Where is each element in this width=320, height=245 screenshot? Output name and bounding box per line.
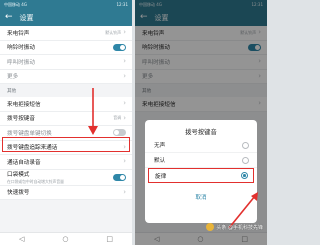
setting-ringtone[interactable]: 来电铃声 默认铃声 › [0,26,132,41]
status-bar: 中国移动 4G 12:31 [0,0,132,9]
back-arrow-icon[interactable]: ← [5,13,13,22]
chevron-right-icon: › [123,187,126,196]
setting-label: 呼叫时振动 [7,59,35,66]
radio-button[interactable] [242,156,249,164]
setting-dial-tone[interactable]: 拨号按键音 音调 › [0,112,132,126]
right-phone-screen: 中国移动 4G 12:31 ← 设置 来电铃声 默认铃声 › 响铃时振动 呼叫时振… [135,0,267,245]
chevron-right-icon: › [123,99,126,108]
home-nav-icon[interactable]: ○ [62,235,68,243]
option-label: 无声 [154,143,166,149]
recents-nav-icon[interactable]: □ [106,235,113,243]
setting-vibrate-on-call[interactable]: 呼叫时振动 › [0,55,132,70]
chevron-right-icon: › [123,113,126,122]
setting-reject-sms[interactable]: 来电拒接短信 › [0,97,132,112]
setting-label: 来电铃声 [7,30,30,37]
setting-label: 拨号按键音 [7,116,35,123]
option-default[interactable]: 默认 [145,153,257,168]
back-nav-icon[interactable]: ◁ [19,235,24,243]
setting-label: 通话自动录音 [7,159,41,166]
title-bar: ← 设置 [0,9,132,26]
chevron-right-icon: › [123,71,126,80]
chevron-right-icon: › [123,57,126,66]
setting-label: 拨号键盘单键切换 [7,130,52,137]
setting-label: 更多 [7,74,19,81]
radio-button-selected[interactable] [241,172,248,179]
option-silent[interactable]: 无声 [145,138,257,153]
chevron-right-icon: › [123,157,126,166]
setting-label: 口袋模式 [7,171,30,178]
cancel-button[interactable]: 取消 [145,193,257,201]
settings-list-top: 来电铃声 默认铃声 › 响铃时振动 呼叫时振动 › 更多 › [0,26,132,84]
setting-pocket-mode[interactable]: 口袋模式 在口袋或包中时自动增大铃声音量 [0,170,132,186]
dial-tone-dialog: 拨号按键音 无声 默认 旋律 取消 [145,120,257,223]
option-label: 旋律 [155,173,167,180]
setting-vibrate-on-ring[interactable]: 响铃时振动 [0,41,132,55]
setting-speed-dial[interactable]: 快速拨号 › [0,186,132,200]
option-label: 默认 [154,158,166,164]
radio-button[interactable] [242,141,249,149]
toggle-switch[interactable] [113,43,126,51]
chevron-right-icon: › [123,28,126,37]
watermark-text: 头条 @手机科技先锋 [216,224,263,231]
section-header-other: 其他 [0,84,132,97]
setting-more[interactable]: 更多 › [0,70,132,84]
setting-auto-record[interactable]: 通话自动录音 › [0,155,132,170]
carrier-label: 中国移动 4G [4,2,27,7]
dialog-title: 拨号按键音 [185,129,217,136]
toggle-switch[interactable] [113,129,126,137]
setting-label: 快速拨号 [7,190,30,197]
clock-label: 12:31 [116,2,128,7]
watermark: 头条 @手机科技先锋 [206,223,263,231]
setting-value: 默认铃声 › [105,28,126,37]
page-title: 设置 [19,13,34,22]
setting-label: 响铃时振动 [7,45,35,52]
setting-subtitle: 在口袋或包中时自动增大铃声音量 [7,178,64,184]
navigation-bar: ◁ ○ □ [0,232,132,245]
option-melody[interactable]: 旋律 [148,168,254,183]
toggle-switch[interactable] [113,173,126,181]
annotation-highlight-box [2,137,130,152]
left-phone-screen: 中国移动 4G 12:31 ← 设置 来电铃声 默认铃声 › 响铃时振动 呼叫时振… [0,0,132,245]
watermark-logo-icon [206,223,215,231]
setting-label: 来电拒接短信 [7,101,41,108]
setting-value: 音调 › [113,113,126,122]
